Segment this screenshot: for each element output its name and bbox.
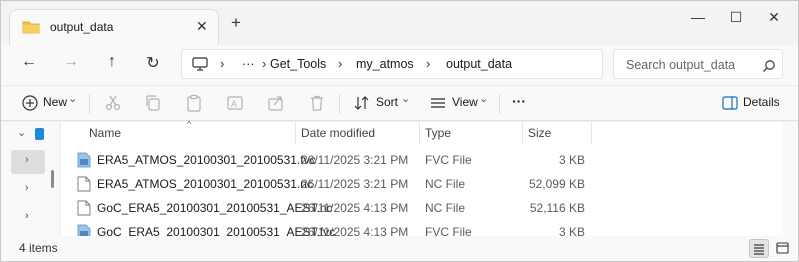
file-type: NC File — [425, 201, 466, 215]
file-list-scrollbar[interactable] — [783, 122, 798, 236]
file-list: ^ Name Date modified Type Size ERA5_ATMO… — [61, 119, 783, 240]
sort-indicator-icon: ^ — [187, 119, 192, 129]
tab-output-data[interactable]: output_data ✕ — [9, 9, 219, 45]
expand-chevron-icon[interactable]: › — [25, 210, 29, 222]
column-header-type[interactable]: Type — [425, 126, 451, 140]
tiles-view-button[interactable] — [773, 239, 793, 258]
address-bar[interactable]: › ··· › Get_Tools › my_atmos › output_da… — [181, 49, 603, 79]
search-input[interactable]: Search output_data — [626, 58, 735, 72]
refresh-button[interactable]: ↻ — [141, 53, 165, 73]
file-name: ERA5_ATMOS_20100301_20100531.nc — [97, 177, 313, 191]
view-button[interactable]: View — [452, 95, 478, 109]
new-button[interactable]: New — [43, 95, 67, 109]
breadcrumb-separator: › — [338, 56, 343, 71]
close-window-button[interactable]: ✕ — [759, 9, 789, 26]
file-name: GoC_ERA5_20100301_20100531_AEST.nc — [97, 201, 333, 215]
breadcrumb-get-tools[interactable]: Get_Tools — [270, 57, 326, 71]
nc-file-icon — [77, 200, 91, 216]
file-size: 52,099 KB — [528, 177, 585, 191]
file-date: 26/11/2025 3:21 PM — [301, 177, 409, 191]
file-row[interactable]: ERA5_ATMOS_20100301_20100531.nc 26/11/20… — [61, 172, 783, 196]
details-pane-icon[interactable] — [721, 94, 739, 112]
file-row[interactable]: GoC_ERA5_20100301_20100531_AEST.nc 26/11… — [61, 196, 783, 220]
file-type: FVC File — [425, 153, 472, 167]
breadcrumb-output-data[interactable]: output_data — [446, 57, 512, 71]
search-icon — [763, 60, 775, 72]
sort-icon[interactable] — [353, 94, 371, 112]
up-button[interactable]: ↑ — [100, 53, 124, 71]
maximize-button[interactable]: ☐ — [721, 9, 751, 26]
this-pc-icon — [192, 57, 208, 71]
column-header-size[interactable]: Size — [528, 126, 551, 140]
navigation-pane: ⌄ › › › — [1, 122, 59, 236]
details-view-icon — [754, 244, 764, 255]
share-icon[interactable] — [267, 94, 285, 112]
divider — [89, 94, 90, 114]
details-button[interactable]: Details — [743, 95, 780, 109]
rename-icon[interactable]: A — [226, 94, 244, 112]
column-divider[interactable] — [295, 122, 296, 144]
expand-chevron-icon[interactable]: › — [25, 182, 29, 194]
divider — [499, 94, 500, 114]
more-options-button[interactable]: ··· — [512, 93, 526, 109]
tab-close-icon[interactable]: ✕ — [196, 18, 208, 35]
file-explorer-window: output_data ✕ + — ☐ ✕ ← → ↑ ↻ › ··· › Ge… — [0, 0, 799, 262]
forward-button[interactable]: → — [59, 53, 83, 71]
status-bar: 4 items — [1, 236, 798, 261]
folder-icon — [22, 21, 40, 34]
breadcrumb-separator: › — [262, 56, 267, 71]
details-view-button[interactable] — [749, 239, 769, 258]
back-button[interactable]: ← — [17, 53, 41, 71]
nav-item-icon — [35, 128, 44, 140]
file-date: 26/11/2025 4:13 PM — [301, 201, 409, 215]
column-divider[interactable] — [522, 122, 523, 144]
cut-icon[interactable] — [104, 94, 122, 112]
breadcrumb-my-atmos[interactable]: my_atmos — [356, 57, 414, 71]
view-icon[interactable] — [429, 94, 447, 112]
column-divider[interactable] — [591, 122, 592, 144]
view-dropdown-chevron[interactable]: ⌄ — [479, 92, 488, 105]
file-size: 52,116 KB — [529, 201, 585, 215]
fvc-file-icon — [77, 152, 91, 168]
command-bar: New ⌄ A Sort ⌄ View ⌄ ··· Details — [1, 85, 798, 121]
tab-title: output_data — [50, 20, 114, 34]
breadcrumb-separator: › — [220, 56, 225, 71]
column-header-date[interactable]: Date modified — [301, 126, 375, 140]
address-row: ← → ↑ ↻ › ··· › Get_Tools › my_atmos › o… — [1, 45, 798, 85]
breadcrumb-separator: › — [426, 56, 431, 71]
new-icon[interactable] — [21, 94, 39, 112]
delete-icon[interactable] — [308, 94, 326, 112]
new-dropdown-chevron[interactable]: ⌄ — [68, 92, 77, 105]
tiles-view-icon — [776, 242, 789, 254]
file-type: NC File — [425, 177, 466, 191]
paste-icon[interactable] — [185, 94, 203, 112]
copy-icon[interactable] — [144, 94, 162, 112]
breadcrumb-overflow[interactable]: ··· — [242, 57, 255, 71]
nav-scrollbar[interactable] — [51, 170, 54, 188]
file-row[interactable]: ERA5_ATMOS_20100301_20100531.fvc 26/11/2… — [61, 148, 783, 172]
expand-chevron-icon[interactable]: ⌄ — [17, 126, 26, 139]
search-box[interactable]: Search output_data — [613, 49, 783, 79]
file-name: ERA5_ATMOS_20100301_20100531.fvc — [97, 153, 316, 167]
file-size: 3 KB — [558, 153, 585, 167]
new-tab-button[interactable]: + — [231, 14, 241, 31]
column-divider[interactable] — [419, 122, 420, 144]
item-count: 4 items — [19, 241, 58, 255]
sort-dropdown-chevron[interactable]: ⌄ — [401, 92, 410, 105]
svg-text:A: A — [231, 99, 237, 109]
minimize-button[interactable]: — — [683, 9, 713, 25]
nc-file-icon — [77, 176, 91, 192]
sort-button[interactable]: Sort — [376, 95, 398, 109]
file-date: 26/11/2025 3:21 PM — [301, 153, 409, 167]
column-header-name[interactable]: Name — [89, 126, 121, 140]
divider — [339, 94, 340, 114]
expand-chevron-icon[interactable]: › — [25, 154, 29, 166]
tab-bar: output_data ✕ + — ☐ ✕ — [1, 1, 798, 45]
